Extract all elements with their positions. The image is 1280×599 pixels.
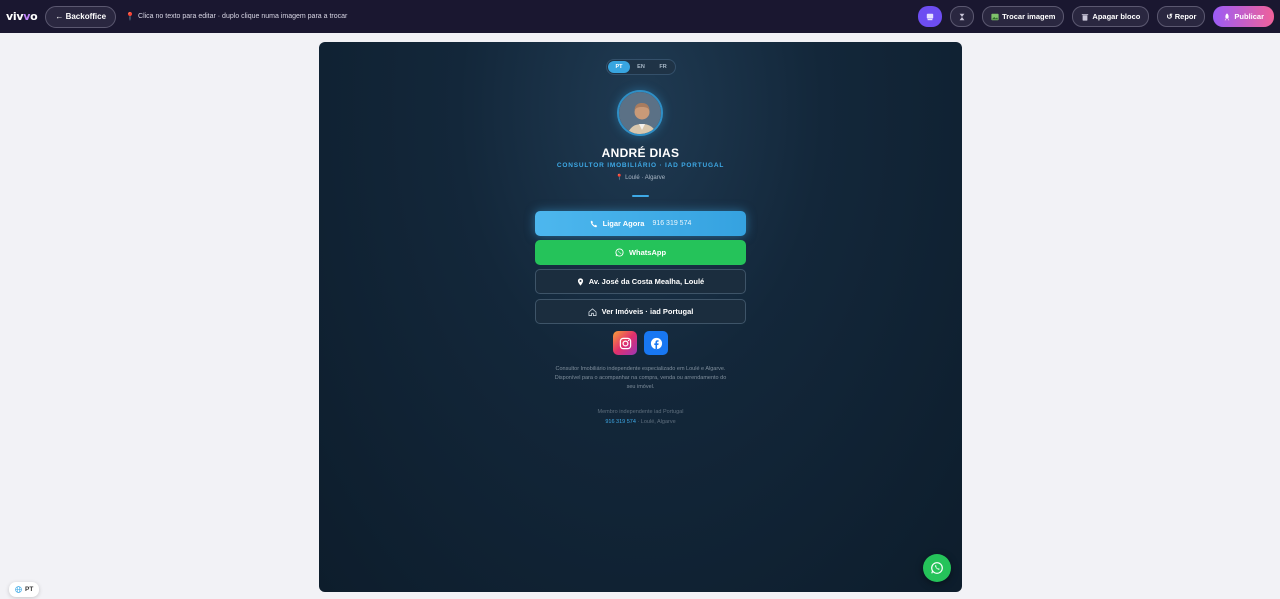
swap-image-label: Trocar imagem — [1002, 12, 1056, 21]
footer-contact: 916 319 574 · Loulé, Algarve — [319, 419, 962, 425]
lang-pt-tab[interactable]: PT — [608, 61, 630, 73]
call-number: 916 319 574 — [652, 220, 692, 227]
call-now-button[interactable]: Ligar Agora 916 319 574 — [535, 211, 746, 236]
whatsapp-label: WhatsApp — [628, 248, 667, 257]
editor-toolbar: vivvo ← Backoffice 📍 Clica no texto para… — [0, 0, 1280, 33]
facebook-button[interactable] — [644, 331, 668, 355]
profile-bio[interactable]: Consultor Imobiliário independente espec… — [550, 365, 731, 392]
publish-button[interactable]: Publicar — [1213, 6, 1274, 27]
profile-name[interactable]: ANDRÉ DIAS — [319, 146, 962, 160]
member-text[interactable]: Membro independente iad Portugal — [319, 409, 962, 415]
logo-text-a: viv — [6, 10, 24, 23]
vivvo-logo[interactable]: vivvo — [6, 10, 38, 23]
rocket-icon — [1225, 12, 1230, 20]
publish-label: Publicar — [1234, 12, 1264, 21]
delete-block-button[interactable]: Apagar bloco — [1072, 6, 1150, 27]
language-switcher: PT EN FR — [606, 59, 676, 75]
delete-block-label: Apagar bloco — [1092, 12, 1141, 21]
swap-image-button[interactable]: Trocar imagem — [982, 6, 1065, 27]
profile-location[interactable]: 📍 Loulé · Algarve — [319, 174, 962, 181]
call-now-label: Ligar Agora — [602, 219, 645, 228]
instagram-button[interactable] — [613, 331, 637, 355]
view-properties-label: Ver Imóveis · iad Portugal — [601, 307, 694, 316]
footer-phone-link[interactable]: 916 319 574 — [605, 419, 636, 425]
backoffice-button[interactable]: ← Backoffice — [45, 5, 117, 28]
whatsapp-float-icon — [931, 562, 943, 574]
edit-hint-text: Clica no texto para editar · duplo cliqu… — [138, 13, 348, 20]
theme-icon-button[interactable] — [918, 6, 943, 27]
palette-icon — [926, 13, 934, 20]
whatsapp-icon — [615, 248, 624, 257]
location-pin-icon: 📍 — [615, 175, 624, 181]
profile-card-preview: PT EN FR ANDRÉ DIAS CONSULTOR IMOBILIÁRI… — [319, 42, 962, 592]
profile-avatar[interactable] — [617, 90, 663, 136]
language-chip[interactable]: PT — [9, 582, 40, 597]
reset-button[interactable]: ↺ Repor — [1157, 6, 1206, 27]
profile-location-text: Loulé · Algarve — [625, 175, 666, 181]
lang-en-tab[interactable]: EN — [630, 61, 652, 73]
language-chip-label: PT — [25, 586, 34, 593]
globe-icon — [15, 586, 22, 593]
logo-text-c: o — [30, 10, 38, 23]
lang-fr-tab[interactable]: FR — [652, 61, 674, 73]
phone-icon — [590, 220, 597, 227]
trash-icon — [1082, 13, 1089, 21]
floating-whatsapp-button[interactable] — [923, 554, 951, 582]
map-pin-icon — [577, 277, 583, 286]
toolbar-actions: Trocar imagem Apagar bloco ↺ Repor Publi… — [918, 6, 1274, 27]
home-icon — [588, 307, 597, 316]
instagram-icon — [619, 337, 631, 349]
profile-role[interactable]: CONSULTOR IMOBILIÁRIO · IAD PORTUGAL — [319, 162, 962, 169]
footer-place: · Loulé, Algarve — [635, 419, 676, 425]
address-label: Av. José da Costa Mealha, Loulé — [588, 277, 705, 286]
person-photo-icon — [619, 92, 661, 134]
image-icon — [991, 13, 999, 20]
edit-hint: 📍 Clica no texto para editar · duplo cli… — [125, 12, 347, 21]
pin-icon: 📍 — [125, 12, 136, 21]
facebook-icon — [650, 337, 662, 349]
whatsapp-button[interactable]: WhatsApp — [535, 240, 746, 265]
more-icon-button[interactable] — [950, 6, 975, 27]
address-button[interactable]: Av. José da Costa Mealha, Loulé — [535, 269, 746, 294]
hourglass-icon — [959, 13, 965, 20]
view-properties-button[interactable]: Ver Imóveis · iad Portugal — [535, 299, 746, 324]
accent-divider — [632, 195, 649, 197]
